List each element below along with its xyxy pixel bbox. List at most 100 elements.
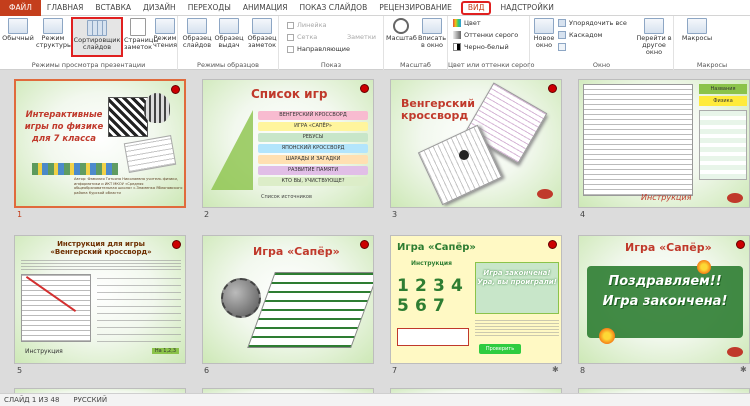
slide-master-button[interactable]: Образец слайдов xyxy=(182,18,212,49)
physics-images-icon xyxy=(108,97,148,137)
black-white-swatch-icon xyxy=(453,43,461,51)
group-macros: Макросы Макросы xyxy=(674,16,750,70)
slide-sorter-pane: Интерактивные игры по физике для 7 класс… xyxy=(0,70,750,393)
mine-mascot-icon xyxy=(221,278,261,318)
group-label-color: Цвет или оттенки серого xyxy=(448,61,535,69)
tab-review[interactable]: РЕЦЕНЗИРОВАНИЕ xyxy=(373,0,458,16)
color-swatch-icon xyxy=(453,19,461,27)
digit[interactable]: 1 xyxy=(397,276,415,296)
grayscale-button[interactable]: Оттенки серого xyxy=(453,31,518,39)
slide-number-1: 1 xyxy=(17,210,23,219)
slide-sorter-icon xyxy=(87,20,107,36)
tab-design[interactable]: ДИЗАЙН xyxy=(137,0,182,16)
slide-3-title: Венгерский кроссворд xyxy=(401,97,475,122)
arrange-all-button[interactable]: Упорядочить все xyxy=(558,19,627,27)
notes-toggle[interactable]: Заметки xyxy=(347,33,376,41)
menu-item[interactable]: ШАРАДЫ И ЗАГАДКИ xyxy=(258,155,368,164)
slide-thumbnail-5[interactable]: Инструкция для игры «Венгерский кроссвор… xyxy=(14,235,186,364)
tab-animations[interactable]: АНИМАЦИЯ xyxy=(237,0,294,16)
switch-windows-icon xyxy=(644,18,664,34)
digit[interactable]: 4 xyxy=(451,276,469,296)
slide-thumbnail-1[interactable]: Интерактивные игры по физике для 7 класс… xyxy=(14,79,186,208)
tab-slideshow[interactable]: ПОКАЗ СЛАЙДОВ xyxy=(294,0,374,16)
notes-page-icon xyxy=(130,18,146,36)
color-button[interactable]: Цвет xyxy=(453,19,481,27)
tab-transitions[interactable]: ПЕРЕХОДЫ xyxy=(182,0,237,16)
notes-master-button[interactable]: Образец заметок xyxy=(246,18,278,49)
cascade-icon xyxy=(558,31,566,39)
sound-button-icon xyxy=(172,240,181,249)
language-indicator[interactable]: РУССКИЙ xyxy=(73,396,107,404)
sound-button-icon xyxy=(548,84,557,93)
digit[interactable]: 5 xyxy=(397,296,415,316)
normal-view-button[interactable]: Обычный xyxy=(2,18,34,42)
ruler-checkbox[interactable]: Линейка xyxy=(287,21,327,29)
magnifier-icon xyxy=(393,18,409,34)
slide-thumbnail-6[interactable]: Игра «Сапёр» xyxy=(202,235,374,364)
tab-file[interactable]: ФАЙЛ xyxy=(0,0,41,16)
tab-home[interactable]: ГЛАВНАЯ xyxy=(41,0,89,16)
result-text xyxy=(475,320,559,336)
slide-number-3: 3 xyxy=(392,210,398,219)
slide-5-footer-right[interactable]: На 1,2,3 xyxy=(151,348,179,354)
fit-to-window-button[interactable]: Вписать в окно xyxy=(417,18,447,49)
transition-star-icon: ✱ xyxy=(740,365,747,374)
check-button[interactable]: Проверить xyxy=(479,344,521,354)
slide-thumbnail-2[interactable]: Список игр ВЕНГЕРСКИЙ КРОССВОРД ИГРА «СА… xyxy=(202,79,374,208)
zoom-button[interactable]: Масштаб xyxy=(386,18,417,42)
slide-thumbnail-4[interactable]: Названия Физика Инструкция xyxy=(578,79,750,208)
digit[interactable]: 7 xyxy=(433,296,451,316)
menu-item[interactable]: РАЗВИТИЕ ПАМЯТИ xyxy=(258,166,368,175)
new-window-icon xyxy=(534,18,554,34)
menu-item[interactable]: ВЕНГЕРСКИЙ КРОССВОРД xyxy=(258,111,368,120)
cascade-button[interactable]: Каскадом xyxy=(558,31,602,39)
slide-4-footer[interactable]: Инструкция xyxy=(641,193,691,202)
digit[interactable]: 3 xyxy=(433,276,451,296)
slide-thumbnail-3[interactable]: Венгерский кроссворд xyxy=(390,79,562,208)
menu-item[interactable]: ЯПОНСКИЙ КРОССВОРД xyxy=(258,144,368,153)
slide-sorter-button[interactable]: Сортировщик слайдов xyxy=(71,17,123,57)
slide-number-4: 4 xyxy=(580,210,586,219)
slide-number-8: 8 xyxy=(580,366,586,375)
tab-view[interactable]: ВИД xyxy=(460,0,492,15)
reading-view-icon xyxy=(155,18,175,34)
balloon-icon xyxy=(144,93,170,123)
move-split-icon xyxy=(558,43,566,51)
handout-master-icon xyxy=(219,18,239,34)
menu-item[interactable]: КТО ВЫ, УЧИСТВУЮЩЕ? xyxy=(258,177,368,186)
nav-button-icon[interactable] xyxy=(727,193,743,203)
status-bar: СЛАЙД 1 ИЗ 48 РУССКИЙ xyxy=(0,393,750,406)
handout-master-button[interactable]: Образец выдач xyxy=(214,18,244,49)
grayscale-swatch-icon xyxy=(453,31,461,39)
guides-checkbox[interactable]: Направляющие xyxy=(287,45,350,53)
menu-item[interactable]: РЕБУСЫ xyxy=(258,133,368,142)
reading-view-button[interactable]: Режим чтения xyxy=(153,18,177,49)
nav-button-icon[interactable] xyxy=(727,347,743,357)
macros-button[interactable]: Макросы xyxy=(680,18,714,42)
slide-2-footer: Список источников xyxy=(261,194,312,200)
nav-button-icon[interactable] xyxy=(537,189,553,199)
outline-view-button[interactable]: Режим структуры xyxy=(36,18,72,49)
group-label-macros: Макросы xyxy=(696,61,728,69)
black-white-button[interactable]: Черно-белый xyxy=(453,43,509,51)
switch-windows-button[interactable]: Перейти в другое окно xyxy=(634,18,674,56)
slide-counter: СЛАЙД 1 ИЗ 48 xyxy=(4,396,60,404)
digit[interactable]: 6 xyxy=(415,296,433,316)
tab-addins[interactable]: НАДСТРОЙКИ xyxy=(494,0,559,16)
slide-thumbnail-7[interactable]: Игра «Сапёр» Инструкция 1 2 3 4 5 6 7 Иг… xyxy=(390,235,562,364)
move-split-button[interactable] xyxy=(558,43,569,51)
tab-insert[interactable]: ВСТАВКА xyxy=(89,0,137,16)
word-grid[interactable] xyxy=(583,84,693,196)
group-label-views: Режимы просмотра презентации xyxy=(31,61,146,69)
slide-thumbnail-8[interactable]: Игра «Сапёр» Поздравляем!! Игра закончен… xyxy=(578,235,750,364)
group-zoom: Масштаб Вписать в окно Масштаб xyxy=(384,16,448,70)
slide-7-title: Игра «Сапёр» xyxy=(397,242,476,253)
slide-1-title: Интерактивные игры по физике для 7 класс… xyxy=(24,110,104,144)
grid-checkbox[interactable]: Сетка xyxy=(287,33,317,41)
new-window-button[interactable]: Новое окно xyxy=(532,18,556,49)
digit[interactable]: 2 xyxy=(415,276,433,296)
notes-page-button[interactable]: Страницы заметок xyxy=(124,18,158,51)
menu-item[interactable]: ИГРА «САПЁР» xyxy=(258,122,368,131)
slide-number-7: 7 xyxy=(392,366,398,375)
game-over-box: Игра закончена! Ура, вы проиграли! xyxy=(475,262,559,314)
